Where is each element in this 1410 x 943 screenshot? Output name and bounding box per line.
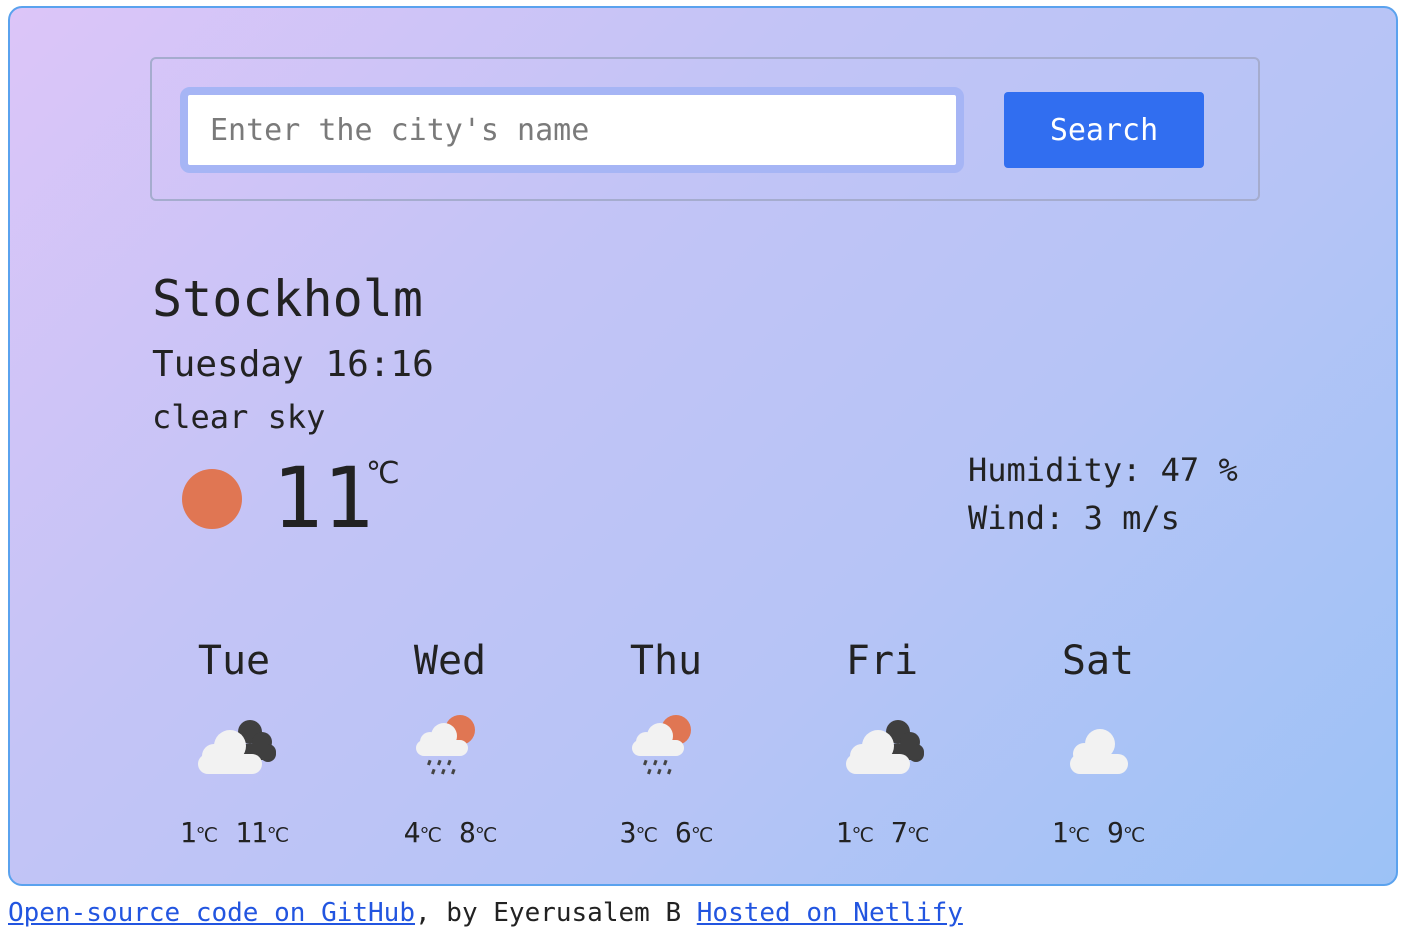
forecast-day: Sat 1℃ 9℃ [1008,638,1188,849]
forecast-temps: 1℃ 11℃ [144,816,324,849]
unit: ℃ [266,823,289,847]
rain-sun-icon [632,715,691,775]
weather-app: Search Stockholm Tuesday 16:16 clear sky… [8,6,1398,886]
forecast-min: 3 [619,816,637,849]
forecast-max: 7 [891,816,908,849]
humidity: Humidity: 47 % [968,451,1238,489]
github-link[interactable]: Open-source code on GitHub [8,898,415,928]
forecast-temps: 4℃ 8℃ [360,816,540,849]
unit: ℃ [195,823,218,847]
temperature-unit: ℃ [366,456,400,491]
forecast-max: 11 [235,816,268,849]
forecast-min: 1 [179,816,197,849]
broken-clouds-icon [198,720,276,774]
forecast-day-name: Tue [197,638,271,684]
unit: ℃ [690,823,713,847]
current-datetime: Tuesday 16:16 [152,344,434,385]
current-temperature: 11 [272,449,374,547]
forecast-day-name: Thu [629,638,703,684]
forecast-day: Tue 1℃ 11℃ [144,638,324,849]
unit: ℃ [1122,823,1145,847]
unit: ℃ [906,823,929,847]
forecast-day: Wed 4℃ 8℃ [360,638,540,849]
rain-sun-icon [416,715,475,775]
search-button[interactable]: Search [1004,92,1204,168]
forecast-day-name: Sat [1061,638,1135,684]
city-search-input[interactable] [180,87,964,173]
netlify-link[interactable]: Hosted on Netlify [697,898,963,928]
footer: Open-source code on GitHub, by Eyerusale… [8,898,963,928]
sun-icon [182,469,242,529]
unit: ℃ [419,823,442,847]
forecast-day: Thu 3℃ 6℃ [576,638,756,849]
unit: ℃ [851,823,874,847]
unit: ℃ [474,823,497,847]
forecast-max: 6 [675,816,692,849]
wind: Wind: 3 m/s [968,499,1180,537]
forecast-temps: 1℃ 9℃ [1008,816,1188,849]
forecast-min: 1 [835,816,853,849]
forecast-day-name: Fri [845,638,919,684]
unit: ℃ [635,823,658,847]
forecast-temps: 1℃ 7℃ [792,816,972,849]
forecast-min: 4 [403,816,421,849]
forecast-max: 9 [1107,816,1124,849]
city-name: Stockholm [152,270,423,328]
broken-clouds-icon [846,720,924,774]
cloud-icon [1070,729,1128,774]
author-text: , by Eyerusalem B [415,898,697,928]
forecast-day-name: Wed [413,638,487,684]
weather-details: Humidity: 47 % Wind: 3 m/s [968,446,1238,542]
forecast-min: 1 [1051,816,1069,849]
weather-description: clear sky [152,398,326,436]
forecast-day: Fri 1℃ 7℃ [792,638,972,849]
unit: ℃ [1067,823,1090,847]
search-form: Search [150,57,1260,201]
forecast-max: 8 [459,816,476,849]
forecast-temps: 3℃ 6℃ [576,816,756,849]
